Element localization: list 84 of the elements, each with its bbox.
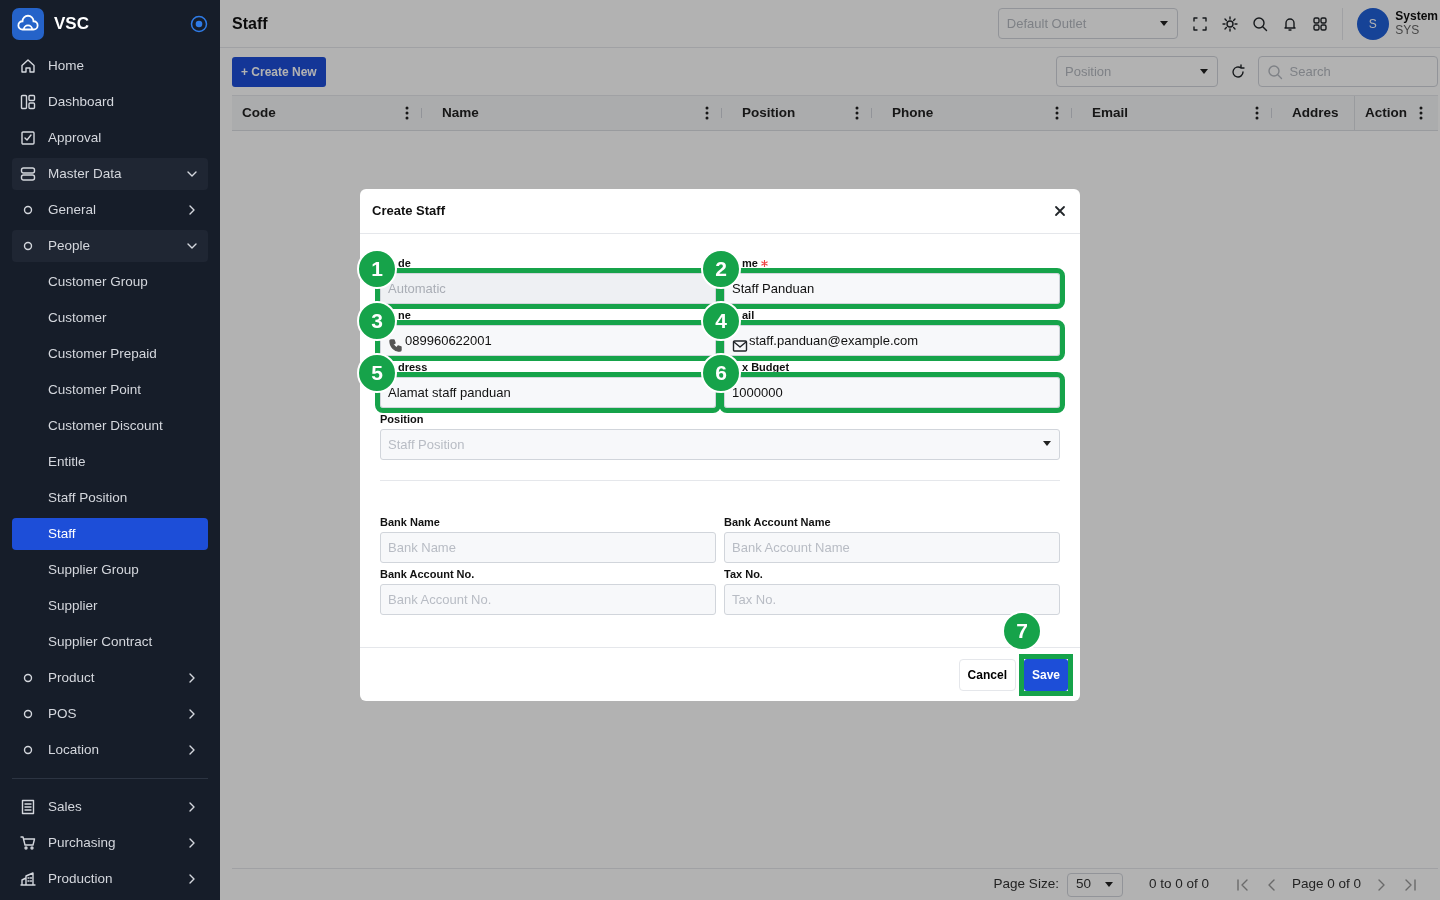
fullscreen-icon[interactable] [1191, 15, 1208, 32]
input-field[interactable]: Bank Account No. [380, 584, 716, 615]
home-icon [20, 58, 36, 74]
caret-icon [1103, 881, 1114, 888]
sidebar-item[interactable]: People [12, 230, 208, 262]
user-avatar[interactable]: S [1356, 7, 1389, 40]
select-field[interactable]: Staff Position [380, 429, 1060, 460]
field-label: me [742, 256, 758, 272]
search-icon [1267, 63, 1283, 80]
page-title: Staff [232, 13, 269, 34]
column-header[interactable]: Phone [892, 102, 1043, 124]
receipt-icon [20, 799, 36, 815]
modal-title: Create Staff [372, 202, 445, 221]
sidebar-item[interactable]: Entitle [12, 446, 208, 478]
column-header[interactable]: Code [242, 102, 393, 124]
sidebar-item[interactable]: Sales [12, 791, 208, 823]
search-icon[interactable] [1251, 15, 1268, 32]
cart-icon [20, 835, 36, 851]
column-header[interactable]: Name [442, 102, 693, 124]
phone-icon [388, 337, 404, 354]
sidebar-item[interactable]: Product [12, 662, 208, 694]
field-label: Bank Name [380, 515, 440, 531]
mail-icon [732, 337, 748, 354]
sidebar-item[interactable]: Dashboard [12, 86, 208, 118]
field-label: Position [380, 412, 424, 428]
caret-icon [1158, 20, 1169, 27]
bell-icon[interactable] [1281, 15, 1298, 32]
checkbox-icon [20, 130, 36, 146]
sidebar-item[interactable]: Production [12, 863, 208, 895]
caret-icon [1042, 441, 1052, 447]
apps-grid-icon[interactable] [1311, 15, 1328, 32]
field-label: Bank Account Name [724, 515, 831, 531]
sidebar-item[interactable]: Customer Point [12, 374, 208, 406]
callout-badge: 7 [1001, 610, 1042, 651]
field-label: ne [398, 308, 411, 324]
create-new-button[interactable]: + Create New [232, 56, 326, 87]
cloud-logo-icon [12, 8, 44, 40]
close-icon[interactable] [1052, 203, 1068, 219]
sidebar-item[interactable]: Location [12, 734, 208, 766]
field-label: Bank Account No. [380, 567, 475, 583]
page-size-select[interactable]: 50 [1066, 872, 1123, 897]
save-button[interactable]: Save [1023, 658, 1068, 691]
user-code: SYS [1395, 23, 1420, 38]
input-field[interactable]: Tax No. [724, 584, 1060, 615]
radio-toggle-icon[interactable] [190, 15, 208, 33]
sidebar-item[interactable]: Supplier Contract [12, 626, 208, 658]
input-field[interactable]: Bank Account Name [724, 532, 1060, 563]
sidebar-item[interactable]: Staff [12, 518, 208, 550]
brand-name: VSC [54, 13, 89, 36]
sidebar-item[interactable]: Home [12, 50, 208, 82]
field-label: ail [742, 308, 755, 324]
page-size-label: Page Size: [993, 875, 1059, 894]
sidebar-item[interactable]: Supplier Group [12, 554, 208, 586]
row-range: 0 to 0 of 0 [1148, 875, 1209, 894]
column-header[interactable]: Position [742, 102, 843, 124]
column-header[interactable]: Addres [1292, 102, 1344, 124]
server-icon [20, 166, 36, 182]
dashboard-icon [20, 94, 36, 110]
sidebar-item[interactable]: General [12, 194, 208, 226]
sidebar-item[interactable]: Master Data [12, 158, 208, 190]
sidebar-item[interactable]: Customer Prepaid [12, 338, 208, 370]
column-header[interactable]: Email [1092, 102, 1243, 124]
column-header[interactable]: Action [1365, 102, 1407, 124]
sidebar-item[interactable]: POS [12, 698, 208, 730]
sidebar-item[interactable]: Staff Position [12, 482, 208, 514]
field-label: de [398, 256, 411, 272]
caret-icon [1199, 68, 1209, 75]
sidebar-item[interactable]: Customer Group [12, 266, 208, 298]
sidebar-item[interactable]: Customer [12, 302, 208, 334]
field-label: Tax No. [724, 567, 763, 583]
field-label: dress [398, 360, 428, 376]
cancel-button[interactable]: Cancel [958, 658, 1016, 691]
sun-icon[interactable] [1221, 15, 1238, 32]
field-label: x Budget [742, 360, 790, 376]
refresh-icon[interactable] [1230, 63, 1246, 80]
sidebar-item[interactable]: Purchasing [12, 827, 208, 859]
sidebar-item[interactable]: Approval [12, 122, 208, 154]
input-field[interactable]: Bank Name [380, 532, 716, 563]
callout-badge: 3 [357, 301, 397, 341]
sidebar-item[interactable]: Supplier [12, 590, 208, 622]
page-indicator: Page 0 of 0 [1291, 875, 1361, 894]
user-name: System [1395, 9, 1438, 24]
building-icon [20, 871, 36, 887]
sidebar-item[interactable]: Customer Discount [12, 410, 208, 442]
